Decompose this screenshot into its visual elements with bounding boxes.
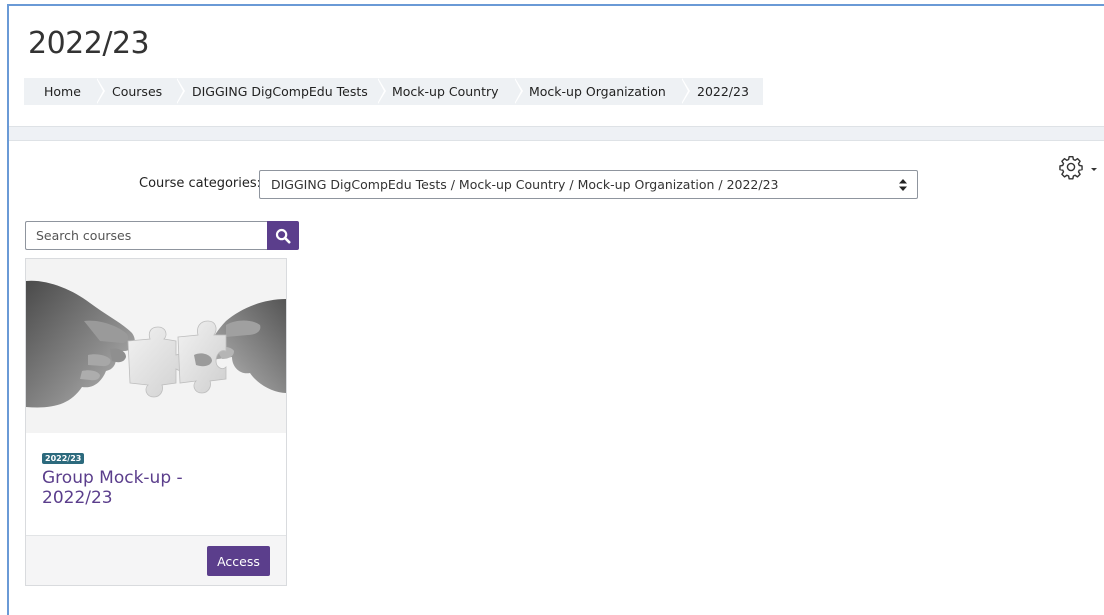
breadcrumb-label: DIGGING DigCompEdu Tests (192, 84, 368, 99)
page-title: 2022/23 (28, 26, 150, 61)
select-arrows-icon (899, 179, 907, 191)
access-button[interactable]: Access (207, 546, 270, 576)
breadcrumb: Home Courses DIGGING DigCompEdu Tests Mo… (24, 78, 763, 105)
course-title-link[interactable]: Group Mock-up - 2022/23 (42, 468, 242, 508)
course-category-badge: 2022/23 (42, 453, 85, 464)
frame-top-border (7, 4, 1104, 6)
breadcrumb-label: 2022/23 (697, 84, 749, 99)
search-icon (275, 228, 291, 243)
search-button[interactable] (267, 221, 299, 250)
header-divider-band (9, 126, 1104, 141)
frame-left-border (7, 4, 9, 615)
breadcrumb-label: Mock-up Country (392, 84, 499, 99)
breadcrumb-item-courses[interactable]: Courses (96, 78, 185, 105)
course-card-footer: Access (26, 535, 286, 585)
course-image[interactable] (26, 259, 286, 433)
course-categories-select[interactable]: DIGGING DigCompEdu Tests / Mock-up Count… (259, 170, 918, 199)
course-card: 2022/23 Group Mock-up - 2022/23 Access (25, 258, 287, 586)
breadcrumb-label: Home (44, 84, 81, 99)
breadcrumb-item-current: 2022/23 (681, 78, 763, 105)
breadcrumb-label: Mock-up Organization (529, 84, 666, 99)
gear-icon[interactable] (1058, 154, 1084, 180)
course-categories-value: DIGGING DigCompEdu Tests / Mock-up Count… (271, 177, 779, 192)
course-categories-label: Course categories: (139, 176, 262, 191)
breadcrumb-item-digging[interactable]: DIGGING DigCompEdu Tests (176, 78, 386, 105)
breadcrumb-item-country[interactable]: Mock-up Country (377, 78, 523, 105)
puzzle-hands-image (26, 259, 286, 433)
caret-down-icon[interactable] (1091, 168, 1097, 171)
course-search (25, 221, 299, 250)
breadcrumb-item-home[interactable]: Home (24, 78, 105, 105)
search-input[interactable] (25, 221, 267, 250)
breadcrumb-label: Courses (112, 84, 163, 99)
breadcrumb-item-organization[interactable]: Mock-up Organization (514, 78, 690, 105)
